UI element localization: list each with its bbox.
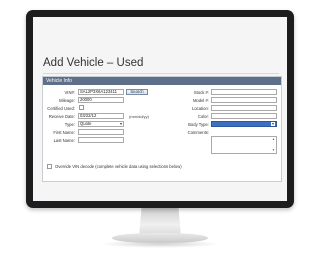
last-name-input[interactable] [78, 137, 124, 143]
type-select[interactable]: Quote ▾ [78, 121, 124, 127]
certified-used-checkbox[interactable] [79, 105, 84, 110]
receive-date-hint: (mm/dd/yy) [129, 114, 149, 119]
model-input[interactable] [211, 97, 277, 103]
color-label: Color: [197, 114, 209, 119]
monitor-bezel: Add Vehicle – Used Vehicle Info VIN#: SA… [26, 10, 294, 208]
scroll-down-icon[interactable]: ▼ [272, 149, 275, 152]
monitor-screen: Add Vehicle – Used Vehicle Info VIN#: SA… [33, 17, 287, 201]
chevron-down-icon: ▾ [270, 121, 275, 126]
override-vin-label: Override VIN decode (complete vehicle da… [55, 164, 182, 169]
body-type-select[interactable]: ▾ [211, 121, 277, 127]
comments-label: Comments: [187, 130, 209, 135]
type-label: Type: [64, 122, 75, 127]
mileage-input[interactable]: 20000 [78, 97, 124, 103]
location-input[interactable] [211, 105, 277, 111]
type-select-value: Quote [80, 121, 92, 126]
vehicle-info-panel: Vehicle Info VIN#: SAL2P3X6A123411 Searc… [42, 76, 282, 182]
page-title: Add Vehicle – Used [43, 57, 144, 69]
chevron-down-icon: ▾ [119, 121, 122, 126]
monitor-stand-base [112, 233, 208, 243]
stock-input[interactable] [211, 89, 277, 95]
override-vin-checkbox[interactable] [47, 164, 52, 169]
first-name-input[interactable] [78, 129, 124, 135]
monitor-stand-neck [139, 208, 181, 236]
panel-header: Vehicle Info [43, 77, 281, 85]
vin-input[interactable]: SAL2P3X6A123411 [78, 89, 124, 95]
mileage-label: Mileage: [59, 98, 75, 103]
stock-label: Stock #: [193, 90, 209, 95]
comments-textarea[interactable]: ▲ ▼ [211, 136, 277, 154]
body-type-label: Body Type: [188, 122, 209, 127]
first-name-label: First Name: [53, 130, 75, 135]
model-label: Model #: [192, 98, 209, 103]
title-divider [43, 73, 279, 74]
vin-label: VIN#: [64, 90, 75, 95]
certified-used-label: Certified Used: [47, 106, 75, 111]
search-button[interactable]: Search [126, 89, 148, 95]
color-input[interactable] [211, 113, 277, 119]
receive-date-input[interactable]: 03/22/12 [78, 113, 124, 119]
last-name-label: Last Name: [53, 138, 75, 143]
receive-date-label: Receive Date: [48, 114, 75, 119]
location-label: Location: [192, 106, 209, 111]
scroll-up-icon[interactable]: ▲ [272, 138, 275, 141]
